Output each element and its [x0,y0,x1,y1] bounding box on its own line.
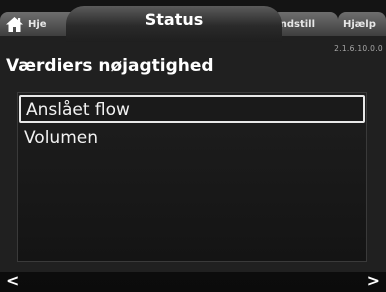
nav-prev-button[interactable]: < [6,271,19,290]
list-item-anslaaet-flow[interactable]: Anslået flow [19,95,365,123]
nav-next-button[interactable]: > [367,271,380,290]
list-item-label: Anslået flow [26,100,130,120]
tab-help[interactable]: Hjælp [338,12,386,36]
list-item-label: Volumen [24,128,99,148]
tab-status[interactable]: Status [66,6,282,42]
page-title: Værdiers nøjagtighed [6,56,214,76]
list-item-volumen[interactable]: Volumen [18,125,366,153]
menu-list: Anslået flow Volumen [17,92,367,262]
version-number: 2.1.6.10.0.0 [334,44,383,53]
home-icon [6,16,23,32]
tab-help-label: Hjælp [343,18,376,30]
screen: Hje Indstill Hjælp Status 2.1.6.10.0.0 V… [0,0,386,292]
tab-home-label: Hje [28,18,47,30]
tab-status-label: Status [144,10,204,29]
